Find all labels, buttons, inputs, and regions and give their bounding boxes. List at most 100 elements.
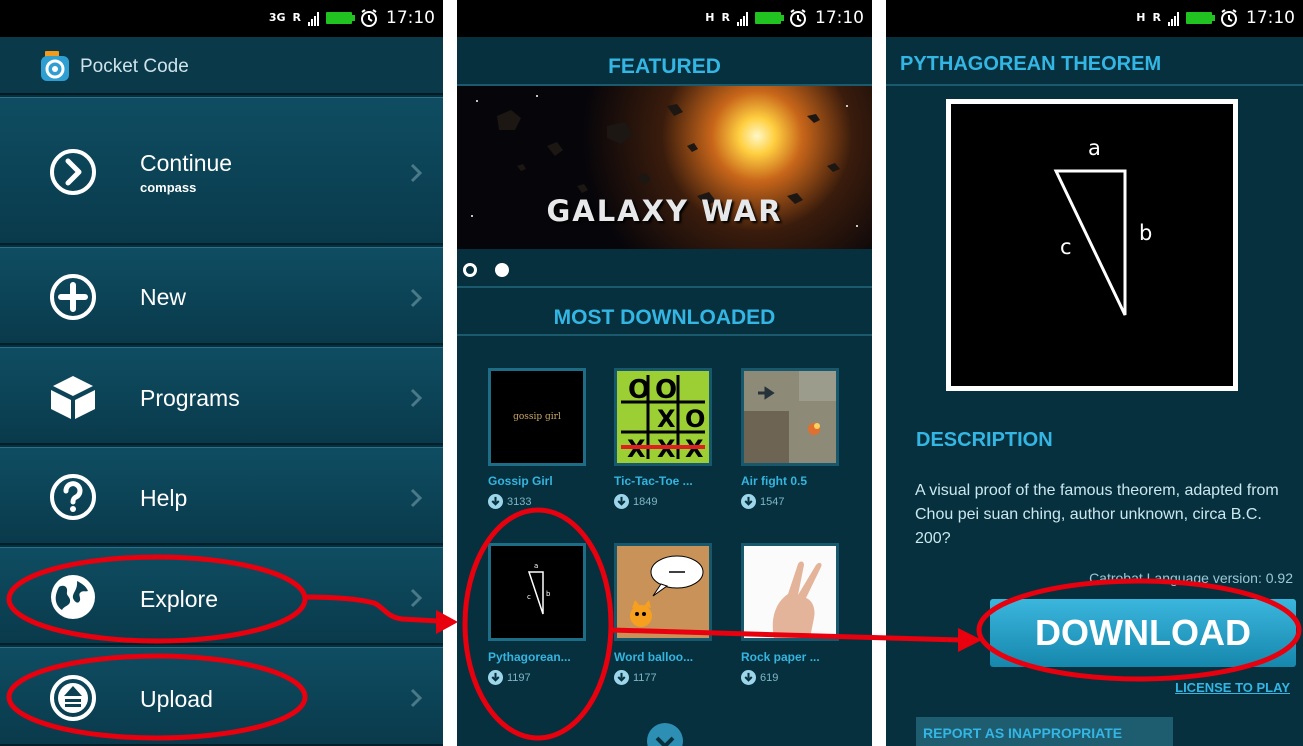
- plus-icon: [50, 274, 96, 320]
- svg-text:O: O: [685, 405, 705, 433]
- app-title: Pocket Code: [80, 56, 189, 77]
- status-time: 17:10: [386, 8, 435, 28]
- continue-arrow-icon: [50, 149, 96, 195]
- program-thumbnail-gossip-girl[interactable]: gossip girl: [488, 368, 586, 466]
- download-count-value: 1197: [507, 671, 531, 684]
- status-bar: H R 17:10: [886, 0, 1303, 37]
- download-button[interactable]: DOWNLOAD: [990, 599, 1296, 667]
- air-fight-image: [744, 371, 836, 463]
- divider: [457, 334, 872, 336]
- pythagorean-thumbnail-image: a b c: [527, 562, 551, 615]
- menu-item-label: Explore: [140, 586, 218, 612]
- description-heading: DESCRIPTION: [916, 429, 1053, 451]
- network-type-indicator: H: [1136, 11, 1146, 24]
- app-bar: Pocket Code: [0, 37, 443, 95]
- svg-text:a: a: [534, 562, 538, 570]
- triangle-label-a: a: [1088, 136, 1101, 160]
- program-name[interactable]: Pythagorean...: [488, 650, 592, 664]
- download-count-value: 1849: [633, 495, 658, 508]
- report-button[interactable]: REPORT AS INAPPROPRIATE: [916, 717, 1173, 746]
- download-count: 1177: [614, 670, 657, 685]
- battery-icon: [1186, 12, 1215, 24]
- program-name[interactable]: Rock paper ...: [741, 650, 845, 664]
- chevron-right-icon: [410, 288, 422, 308]
- banner-title: GALAXY WAR: [546, 194, 783, 228]
- word-balloon-image: [617, 546, 709, 638]
- status-bar: H R 17:10: [457, 0, 872, 37]
- show-more-chevron-icon[interactable]: [647, 723, 683, 746]
- divider: [457, 286, 872, 288]
- program-detail-screen: H R 17:10 PYTHAGOREAN THEOREM a b c DESC…: [886, 0, 1303, 746]
- battery-icon: [326, 12, 355, 24]
- menu-item-label: Programs: [140, 385, 240, 411]
- most-downloaded-title: MOST DOWNLOADED: [553, 306, 776, 329]
- menu-screen: 3G R 17:10 Pocket Code Continue compass: [0, 0, 443, 746]
- network-type-indicator: 3G: [268, 11, 286, 24]
- menu-item-explore[interactable]: Explore: [0, 547, 443, 645]
- menu-item-programs[interactable]: Programs: [0, 347, 443, 445]
- program-thumbnail-rock-paper[interactable]: [741, 543, 839, 641]
- pager-dot[interactable]: [463, 263, 477, 277]
- signal-icon: [737, 10, 748, 26]
- download-count: 1197: [488, 670, 531, 685]
- download-count: 619: [741, 670, 778, 685]
- download-count-icon: [614, 494, 629, 509]
- menu-item-label: Continue: [140, 150, 233, 176]
- featured-banner[interactable]: GALAXY WAR: [457, 86, 872, 249]
- tic-tac-toe-image: O O X O X X X: [621, 375, 705, 463]
- chevron-right-icon: [410, 688, 422, 708]
- svg-text:b: b: [546, 590, 551, 598]
- roaming-indicator: R: [292, 11, 301, 24]
- menu-item-new[interactable]: New: [0, 247, 443, 345]
- chevron-right-icon: [410, 488, 422, 508]
- svg-text:X: X: [657, 405, 676, 433]
- menu-item-sublabel: compass: [140, 180, 197, 195]
- thumbnail-text: gossip girl: [513, 412, 561, 422]
- svg-text:O: O: [628, 375, 650, 405]
- menu-item-label: Upload: [140, 686, 213, 712]
- battery-icon: [755, 12, 784, 24]
- download-count-icon: [488, 670, 503, 685]
- license-link[interactable]: LICENSE TO PLAY: [1175, 680, 1290, 695]
- upload-icon: [50, 675, 96, 721]
- program-preview-image: a b c: [946, 99, 1238, 391]
- divider: [886, 84, 1303, 86]
- alarm-icon: [790, 9, 806, 27]
- program-name[interactable]: Air fight 0.5: [741, 474, 845, 488]
- explore-screen: H R 17:10 FEATURED GALAXY WAR MOST DOWNL…: [457, 0, 872, 746]
- download-count-icon: [741, 494, 756, 509]
- svg-text:c: c: [527, 593, 531, 601]
- featured-title: FEATURED: [608, 55, 721, 78]
- program-thumbnail-air-fight[interactable]: [741, 368, 839, 466]
- globe-icon: [51, 575, 95, 619]
- menu-item-upload[interactable]: Upload: [0, 647, 443, 746]
- roaming-indicator: R: [721, 11, 730, 24]
- roaming-indicator: R: [1152, 11, 1161, 24]
- program-thumbnail-tic-tac-toe[interactable]: O O X O X X X: [614, 368, 712, 466]
- network-type-indicator: H: [705, 11, 715, 24]
- program-title: PYTHAGOREAN THEOREM: [900, 53, 1162, 75]
- download-count: 1547: [741, 494, 784, 509]
- menu-item-label: Help: [140, 485, 188, 511]
- program-name[interactable]: Gossip Girl: [488, 474, 592, 488]
- alarm-icon: [1221, 9, 1237, 27]
- program-thumbnail-word-balloon[interactable]: [614, 543, 712, 641]
- program-description: A visual proof of the famous theorem, ad…: [915, 482, 1279, 547]
- signal-icon: [1168, 10, 1179, 26]
- program-name[interactable]: Word balloo...: [614, 650, 718, 664]
- triangle-label-c: c: [1060, 235, 1072, 259]
- download-count: 3133: [488, 494, 531, 509]
- program-thumbnail-pythagorean[interactable]: a b c: [488, 543, 586, 641]
- download-count-icon: [488, 494, 503, 509]
- status-bar: 3G R 17:10: [0, 0, 443, 37]
- pocket-code-logo-icon: [41, 51, 69, 81]
- pager-dot-active[interactable]: [495, 263, 509, 277]
- menu-item-continue[interactable]: Continue compass: [0, 97, 443, 245]
- svg-text:O: O: [655, 375, 677, 405]
- alarm-icon: [361, 9, 377, 27]
- download-count: 1849: [614, 494, 657, 509]
- program-name[interactable]: Tic-Tac-Toe ...: [614, 474, 718, 488]
- download-count-value: 1177: [633, 671, 657, 684]
- menu-item-help[interactable]: Help: [0, 447, 443, 545]
- download-count-icon: [741, 670, 756, 685]
